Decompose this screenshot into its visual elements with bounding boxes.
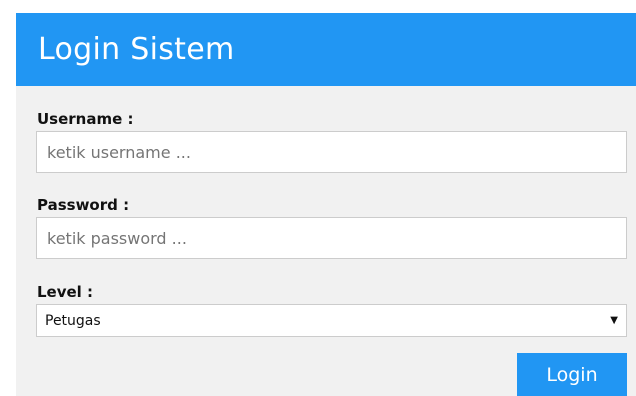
- login-button[interactable]: Login: [517, 353, 627, 396]
- page-title: Login Sistem: [38, 32, 235, 67]
- level-select[interactable]: Petugas ▼: [36, 304, 627, 337]
- card-header: Login Sistem: [16, 13, 636, 86]
- password-label: Password :: [37, 196, 130, 214]
- level-select-value: Petugas: [45, 312, 101, 329]
- caret-down-icon: ▼: [610, 315, 618, 326]
- username-input[interactable]: [36, 131, 627, 173]
- username-label: Username :: [37, 110, 134, 128]
- level-label: Level :: [37, 283, 94, 301]
- password-input[interactable]: [36, 217, 627, 259]
- login-card: Login Sistem Username : Password : Level…: [16, 13, 636, 396]
